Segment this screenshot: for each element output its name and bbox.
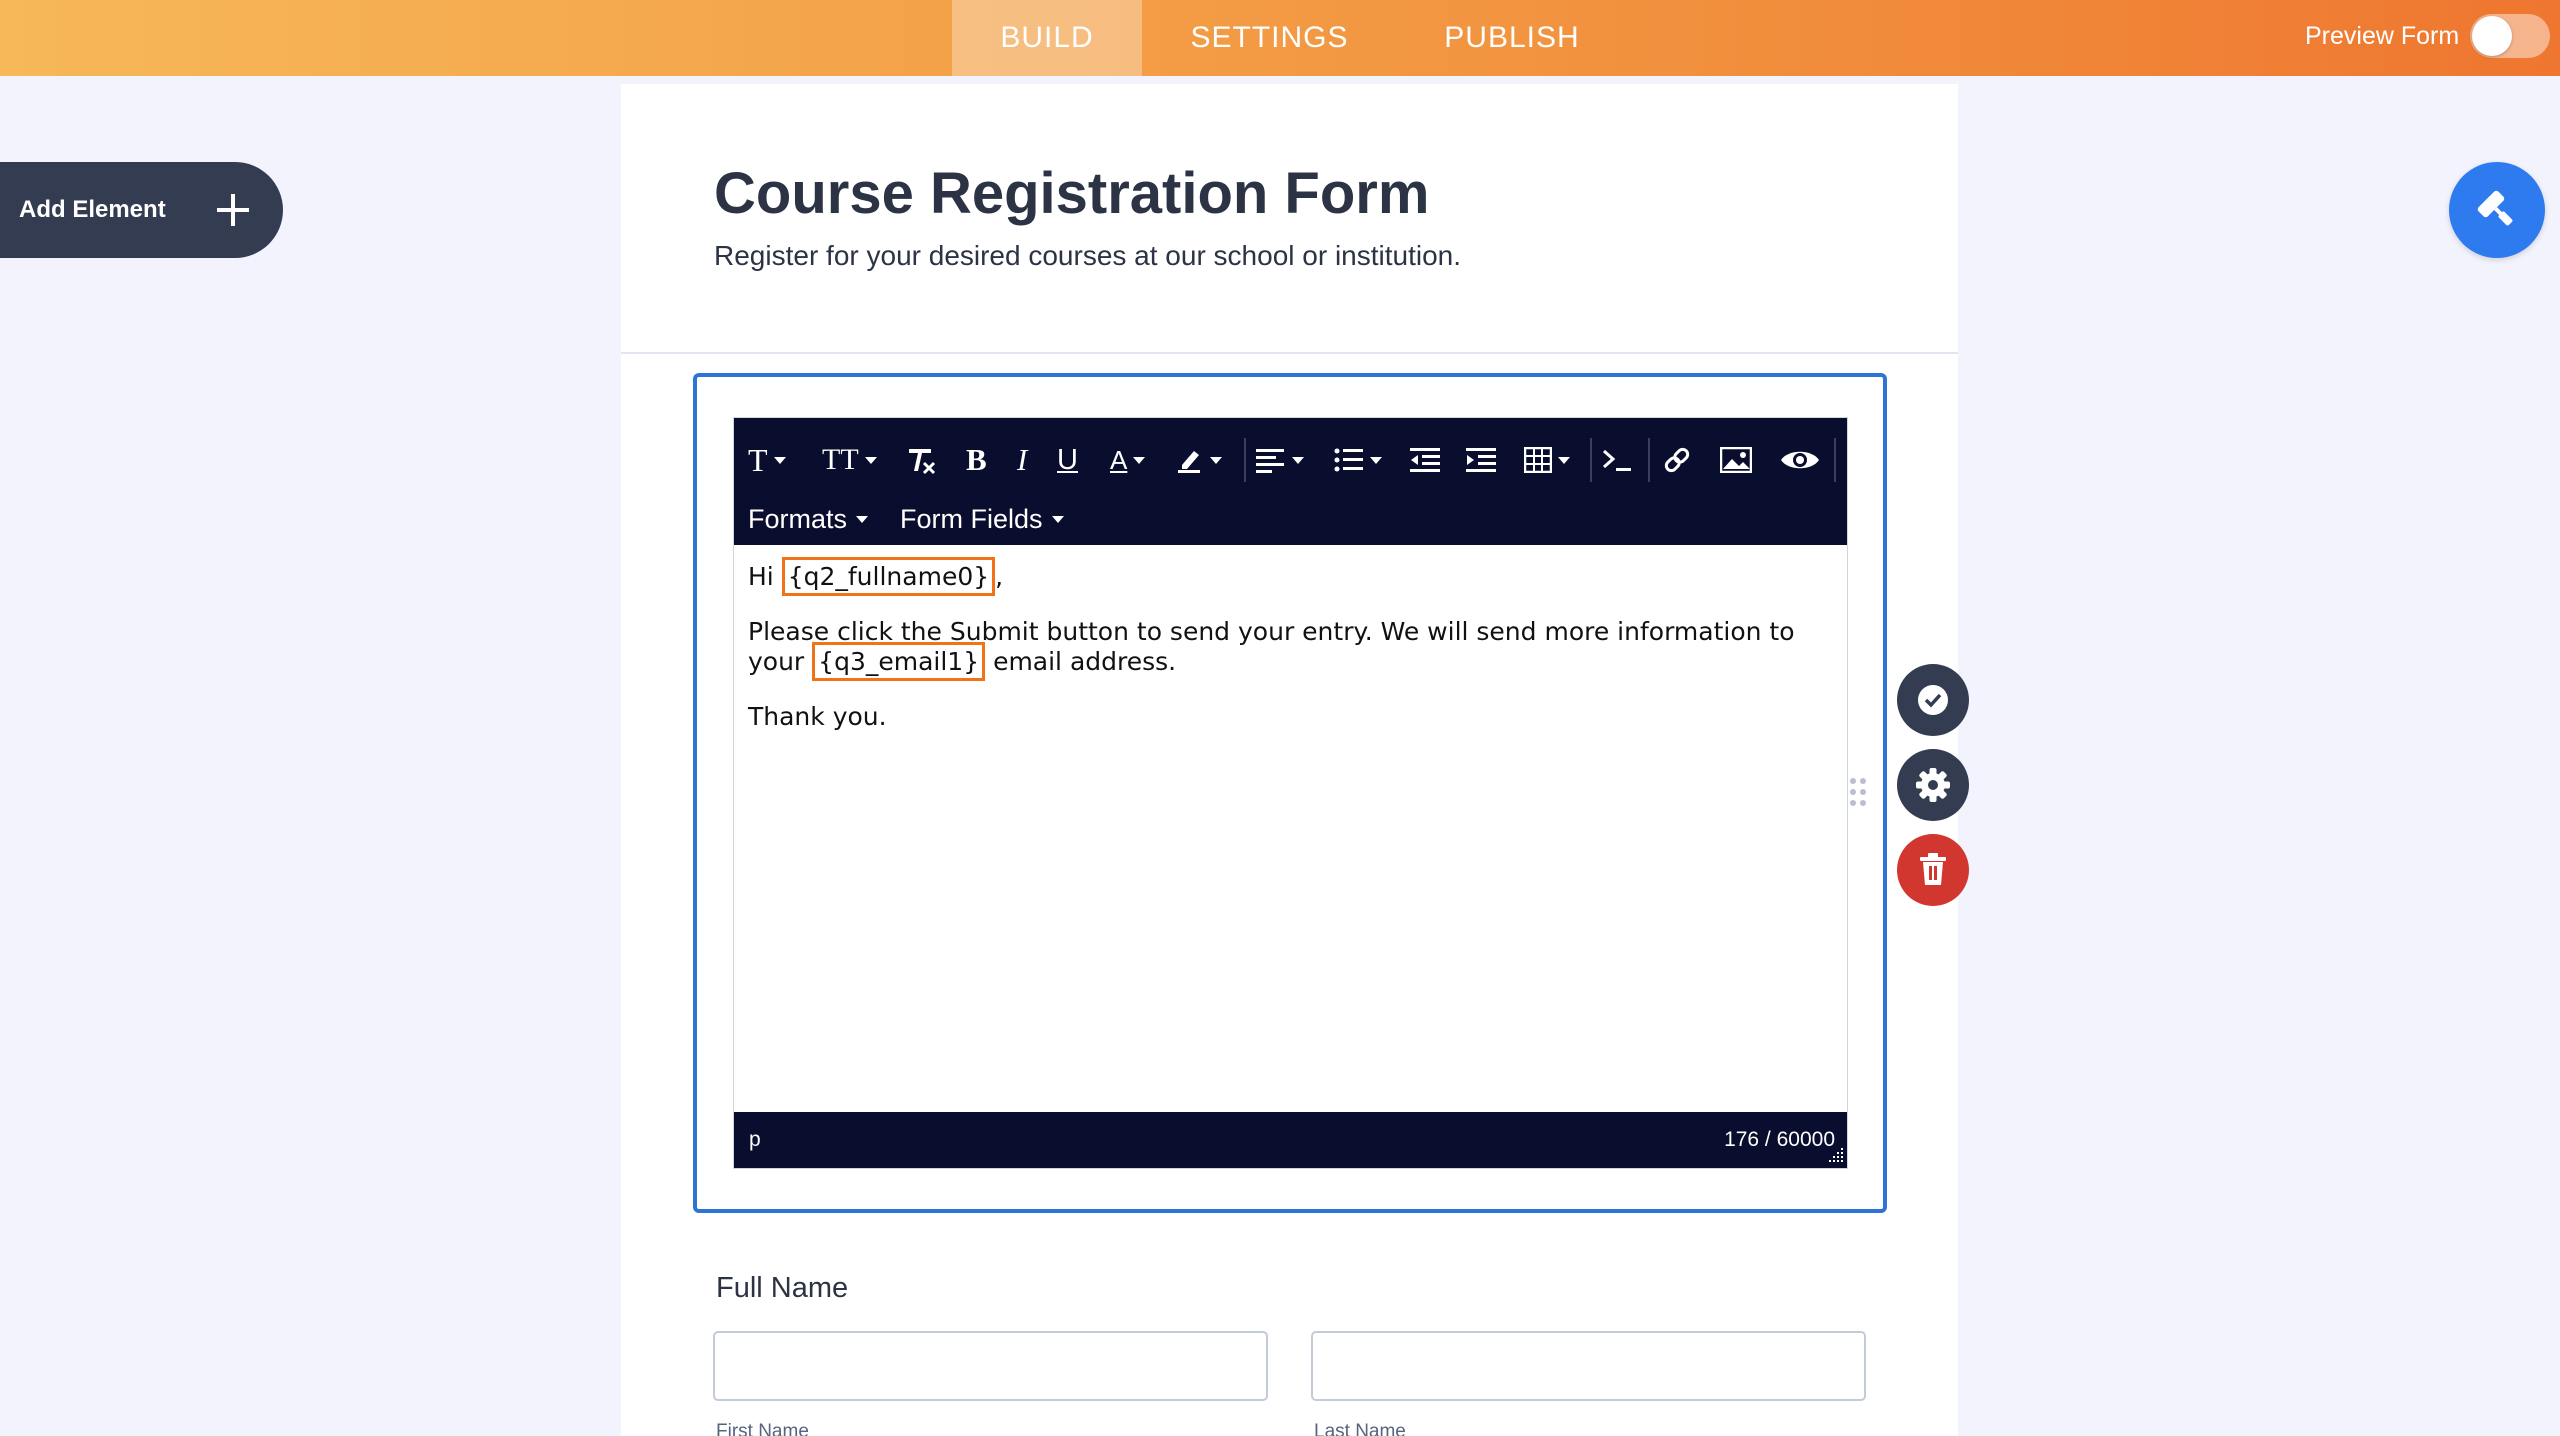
underline-button[interactable]: U bbox=[1057, 440, 1078, 480]
form-header[interactable]: Course Registration Form Register for yo… bbox=[621, 84, 1958, 354]
properties-button[interactable] bbox=[1897, 749, 1969, 821]
editor-content-area[interactable]: Hi {q2_fullname0}, Please click the Subm… bbox=[748, 557, 1833, 757]
first-name-sublabel: First Name bbox=[716, 1421, 809, 1436]
character-count: 176 / 60000 bbox=[1724, 1128, 1835, 1151]
confirm-button[interactable] bbox=[1897, 664, 1969, 736]
highlight-icon bbox=[1178, 451, 1200, 473]
plus-icon bbox=[217, 194, 249, 226]
add-element-button[interactable]: Add Element bbox=[0, 162, 283, 258]
clear-format-icon bbox=[909, 449, 936, 475]
bullet-list-icon bbox=[1334, 448, 1363, 472]
greeting-text: Hi bbox=[748, 562, 774, 591]
form-fields-menu-label: Form Fields bbox=[900, 503, 1043, 534]
align-icon bbox=[1256, 449, 1284, 473]
preview-form-toggle[interactable] bbox=[2470, 14, 2550, 58]
image-icon bbox=[1720, 447, 1752, 473]
form-subtitle: Register for your desired courses at our… bbox=[714, 240, 1462, 271]
preview-button[interactable] bbox=[1780, 440, 1820, 480]
check-circle-icon bbox=[1918, 685, 1948, 715]
tab-build[interactable]: BUILD bbox=[952, 0, 1142, 76]
text-color-icon: A bbox=[1110, 444, 1128, 475]
last-name-sublabel: Last Name bbox=[1314, 1421, 1406, 1436]
gear-icon bbox=[1916, 768, 1950, 802]
editor-statusbar: p 176 / 60000 bbox=[734, 1112, 1847, 1168]
font-size-button[interactable]: TT bbox=[822, 440, 877, 480]
last-name-input[interactable] bbox=[1311, 1331, 1866, 1401]
font-family-button[interactable]: T bbox=[748, 440, 786, 480]
bold-icon: B bbox=[966, 442, 987, 477]
highlight-button[interactable] bbox=[1176, 440, 1222, 480]
table-button[interactable] bbox=[1524, 440, 1570, 480]
indent-icon bbox=[1466, 448, 1496, 472]
align-button[interactable] bbox=[1256, 440, 1304, 480]
fullname-field-tag[interactable]: {q2_fullname0} bbox=[781, 557, 996, 596]
element-path[interactable]: p bbox=[749, 1128, 761, 1152]
clear-format-button[interactable] bbox=[904, 440, 938, 480]
add-element-label: Add Element bbox=[19, 196, 166, 223]
delete-button[interactable] bbox=[1897, 834, 1969, 906]
bullet-list-button[interactable] bbox=[1334, 440, 1382, 480]
paint-roller-icon bbox=[2477, 190, 2513, 226]
trash-icon bbox=[1920, 853, 1946, 885]
first-name-input[interactable] bbox=[713, 1331, 1268, 1401]
instruction-paragraph: Please click the Submit button to send y… bbox=[748, 617, 1833, 681]
table-icon bbox=[1524, 447, 1552, 473]
tab-settings[interactable]: SETTINGS bbox=[1142, 0, 1397, 76]
form-title: Course Registration Form bbox=[714, 161, 1430, 226]
italic-icon: I bbox=[1017, 442, 1028, 477]
preview-eye-icon bbox=[1781, 451, 1819, 469]
preview-form-label: Preview Form bbox=[2305, 22, 2460, 50]
editor-toolbar: T TT B I U A Formats Form Fields bbox=[734, 418, 1847, 545]
form-fields-menu[interactable]: Form Fields bbox=[900, 502, 1064, 536]
greeting-paragraph: Hi {q2_fullname0}, bbox=[748, 557, 1833, 596]
builder-tabs: BUILD SETTINGS PUBLISH bbox=[952, 0, 1627, 76]
link-button[interactable] bbox=[1662, 440, 1692, 480]
top-navigation-bar: BUILD SETTINGS PUBLISH Preview Form bbox=[0, 0, 2560, 76]
email-field-tag[interactable]: {q3_email1} bbox=[812, 642, 986, 681]
drag-handle-icon[interactable] bbox=[1849, 777, 1867, 807]
resize-handle-icon[interactable] bbox=[1829, 1148, 1845, 1164]
bold-button[interactable]: B bbox=[966, 440, 987, 480]
code-button[interactable] bbox=[1602, 440, 1632, 480]
full-name-label: Full Name bbox=[716, 1272, 849, 1304]
font-family-icon: T bbox=[748, 441, 768, 478]
form-designer-button[interactable] bbox=[2449, 162, 2545, 258]
instruction-text-end: email address. bbox=[993, 647, 1177, 676]
outdent-icon bbox=[1410, 448, 1440, 472]
greeting-comma: , bbox=[995, 562, 1004, 591]
image-button[interactable] bbox=[1720, 440, 1752, 480]
underline-icon: U bbox=[1057, 443, 1078, 476]
link-icon bbox=[1664, 447, 1690, 473]
text-color-button[interactable]: A bbox=[1110, 440, 1146, 480]
rich-text-editor: T TT B I U A Formats Form Fields Hi {q2_… bbox=[733, 417, 1848, 1169]
thanks-paragraph: Thank you. bbox=[748, 702, 887, 731]
tab-publish[interactable]: PUBLISH bbox=[1397, 0, 1627, 76]
outdent-button[interactable] bbox=[1410, 440, 1440, 480]
code-icon bbox=[1603, 449, 1631, 471]
italic-button[interactable]: I bbox=[1017, 440, 1027, 480]
formats-menu-label: Formats bbox=[748, 503, 848, 534]
font-size-icon: TT bbox=[822, 443, 859, 476]
indent-button[interactable] bbox=[1466, 440, 1496, 480]
toggle-knob bbox=[2472, 16, 2512, 56]
formats-menu[interactable]: Formats bbox=[748, 502, 869, 536]
